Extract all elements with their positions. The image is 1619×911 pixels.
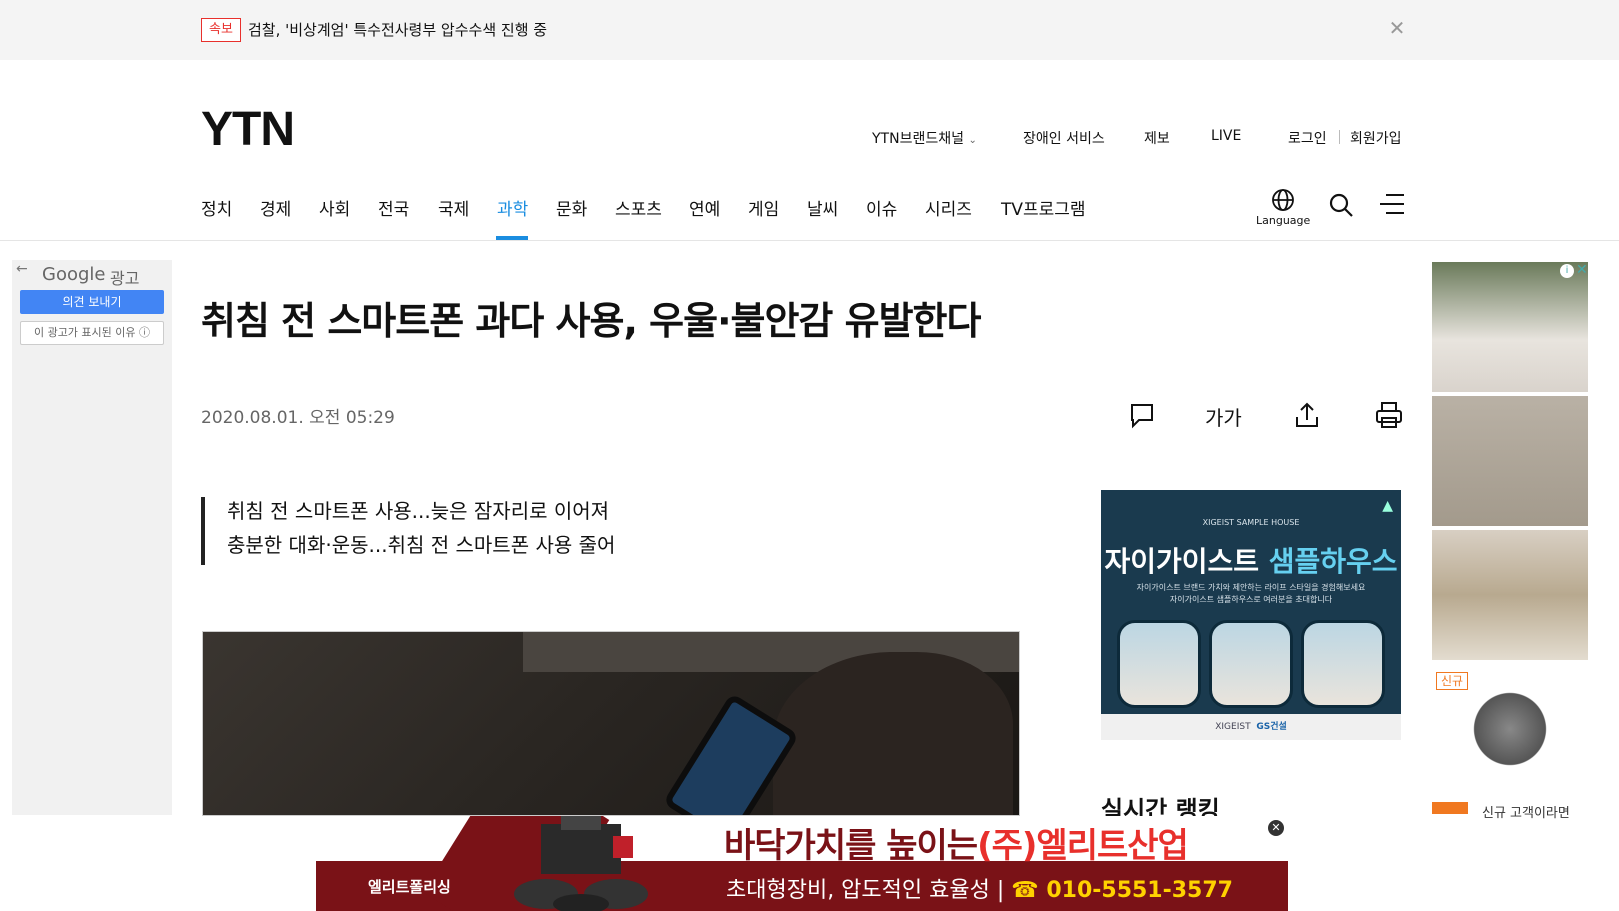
nav-weather[interactable]: 날씨	[807, 195, 838, 220]
article-summary: 취침 전 스마트폰 사용...늦은 잠자리로 이어져 충분한 대화·운동...취…	[201, 497, 901, 565]
product-image[interactable]	[1432, 262, 1588, 392]
ad-contact-text: 초대형장비, 압도적인 효율성 |	[726, 878, 1012, 903]
ad-phone-number: ☎ 010-5551-3577	[1011, 878, 1233, 903]
login-link[interactable]: 로그인	[1288, 128, 1327, 148]
nav-culture[interactable]: 문화	[556, 195, 587, 220]
report-link[interactable]: 제보	[1144, 128, 1170, 148]
close-icon[interactable]: ✕	[1268, 820, 1284, 836]
accessibility-link[interactable]: 장애인 서비스	[1023, 128, 1105, 148]
breaking-news-bar: 속보 검찰, '비상계엄' 특수전사령부 압수수색 진행 중 ✕	[0, 0, 1619, 60]
photo-hand	[773, 652, 1013, 815]
close-icon[interactable]: ✕	[1576, 262, 1588, 278]
summary-line: 충분한 대화·운동...취침 전 스마트폰 사용 줄어	[227, 533, 616, 557]
nav-tv-program[interactable]: TV프로그램	[1001, 195, 1086, 220]
header-divider	[0, 240, 1619, 241]
nav-entertainment[interactable]: 연예	[689, 195, 720, 220]
brand-channel-link[interactable]: YTN브랜드채널 ⌄	[872, 128, 977, 148]
ad-headline-main: 바닥가치를 높이는	[724, 826, 978, 866]
share-icon[interactable]	[1292, 400, 1322, 430]
nav-national[interactable]: 전국	[378, 195, 409, 220]
why-this-ad-button[interactable]: 이 광고가 표시된 이유 ⓘ	[20, 321, 164, 345]
side-rail-ad[interactable]: i ✕ 신규 신규 고객이라면	[1432, 262, 1588, 821]
nav-game[interactable]: 게임	[748, 195, 779, 220]
nav-politics[interactable]: 정치	[201, 195, 232, 220]
ad-label: 광고	[110, 269, 140, 288]
language-label[interactable]: Language	[1256, 214, 1310, 227]
nav-science[interactable]: 과학	[497, 195, 528, 220]
send-feedback-button[interactable]: 의견 보내기	[20, 290, 164, 314]
brand-channel-label: YTN브랜드채널	[872, 131, 964, 147]
house-image	[1117, 620, 1201, 708]
globe-icon[interactable]	[1271, 188, 1295, 212]
rail-orange-tag	[1432, 802, 1468, 814]
xigeist-ad[interactable]: ▲ XIGEIST SAMPLE HOUSE 자이가이스트 샘플하우스 자이가이…	[1101, 490, 1401, 740]
hamburger-menu-icon[interactable]	[1380, 193, 1404, 215]
nav-sports[interactable]: 스포츠	[615, 195, 662, 220]
chevron-down-icon: ⌄	[968, 135, 977, 146]
ad-headline-main: 자이가이스트	[1104, 545, 1269, 578]
product-image[interactable]	[1432, 396, 1588, 526]
article-photo[interactable]	[202, 631, 1020, 816]
ad-footer: XIGEIST GS건설	[1101, 714, 1401, 740]
polishing-machine-image	[514, 816, 648, 911]
ytn-logo[interactable]: YTN	[201, 102, 295, 157]
nav-economy[interactable]: 경제	[260, 195, 291, 220]
article-date: 2020.08.01. 오전 05:29	[201, 408, 395, 428]
google-ad-panel: ← Google 광고 의견 보내기 이 광고가 표시된 이유 ⓘ	[12, 260, 172, 815]
util-divider	[1339, 130, 1340, 144]
search-icon[interactable]	[1328, 192, 1354, 218]
new-badge: 신규	[1436, 672, 1469, 690]
font-size-button[interactable]: 가가	[1205, 402, 1242, 431]
house-image	[1301, 620, 1385, 708]
nav-series[interactable]: 시리즈	[925, 195, 972, 220]
ad-headline: 자이가이스트 샘플하우스	[1101, 540, 1401, 580]
rail-caption: 신규 고객이라면	[1482, 806, 1570, 821]
live-link[interactable]: LIVE	[1211, 128, 1241, 144]
bottom-banner-ad[interactable]: 엘리트폴리싱 바닥가치를 높이는(주)엘리트산업 초대형장비, 압도적인 효율성…	[316, 816, 1288, 911]
ad-subtext: 자이가이스트 브랜드 가치와 제안하는 라이프 스타일을 경험해보세요 자이가이…	[1101, 582, 1401, 606]
nav-society[interactable]: 사회	[319, 195, 350, 220]
ad-arrow-icon: ▲	[1382, 498, 1393, 514]
ad-subtext-line: 자이가이스트 샘플하우스로 여러분을 초대합니다	[1169, 595, 1333, 604]
ad-house-images	[1117, 620, 1387, 710]
breaking-badge: 속보	[201, 18, 241, 42]
google-brand: Google	[42, 264, 106, 285]
back-arrow-icon[interactable]: ←	[16, 261, 28, 277]
signup-link[interactable]: 회원가입	[1350, 128, 1402, 148]
ad-headline: 바닥가치를 높이는(주)엘리트산업	[724, 818, 1189, 867]
ad-footer-brand: XIGEIST	[1215, 722, 1251, 732]
close-icon[interactable]: ✕	[1386, 17, 1408, 39]
nav-international[interactable]: 국제	[438, 195, 469, 220]
ad-brand-logo: 엘리트폴리싱	[368, 878, 451, 896]
ad-tag: XIGEIST SAMPLE HOUSE	[1202, 518, 1300, 527]
breaking-headline[interactable]: 검찰, '비상계엄' 특수전사령부 압수수색 진행 중	[248, 19, 547, 40]
product-image[interactable]	[1432, 530, 1588, 660]
article-title: 취침 전 스마트폰 과다 사용, 우울·불안감 유발한다	[201, 299, 981, 343]
ad-subtext-line: 자이가이스트 브랜드 가치와 제안하는 라이프 스타일을 경험해보세요	[1136, 583, 1366, 592]
adchoices-icon[interactable]: i	[1560, 264, 1574, 278]
ad-headline-company: (주)엘리트산업	[977, 826, 1189, 866]
house-image	[1209, 620, 1293, 708]
comment-icon[interactable]	[1127, 400, 1157, 430]
nav-issue[interactable]: 이슈	[866, 195, 897, 220]
ad-footer-gs: GS건설	[1256, 722, 1287, 732]
print-icon[interactable]	[1374, 400, 1404, 430]
ad-headline-accent: 샘플하우스	[1268, 545, 1398, 578]
ad-contact-line: 초대형장비, 압도적인 효율성 | ☎ 010-5551-3577	[726, 872, 1233, 904]
